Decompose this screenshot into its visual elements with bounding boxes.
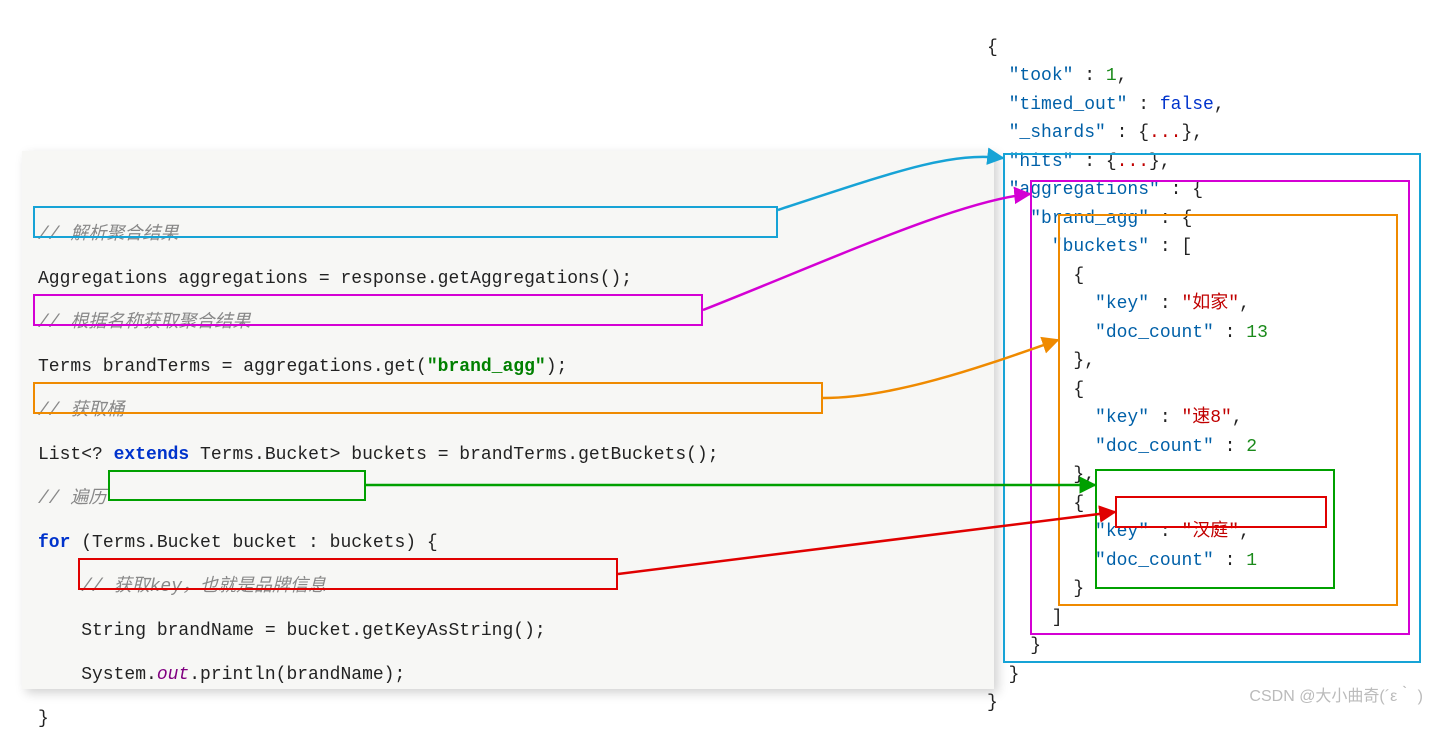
code-for-kw: for [38,533,70,553]
json-b2-doc-k: "doc_count" [1095,437,1214,457]
json-took-val: 1 [1106,66,1117,86]
code-brandname: String brandName = bucket.getKeyAsString… [38,621,546,641]
code-get-brandagg-a: Terms brandTerms = aggregations.get( [38,357,427,377]
json-b3-key-v: "汉庭" [1181,522,1239,542]
json-buckets-key: "buckets" [1052,237,1149,257]
code-brandagg-str: "brand_agg" [427,357,546,377]
json-b2-key-k: "key" [1095,408,1149,428]
json-b3-doc-k: "doc_count" [1095,551,1214,571]
code-get-aggregations: Aggregations aggregations = response.get… [38,269,632,289]
code-for-a: ( [70,533,92,553]
code-sys-a: System. [38,665,157,685]
code-extends-kw: extends [114,445,190,465]
code-get-brandagg-b: ); [546,357,568,377]
code-for-b: Terms.Bucket bucket [92,533,297,553]
java-code-panel: // 解析聚合结果 Aggregations aggregations = re… [22,151,994,689]
code-for-c: : buckets) { [297,533,437,553]
comment-get-buckets: // 获取桶 [38,401,124,421]
json-took-key: "took" [1009,66,1074,86]
code-list-a: List<? [38,445,114,465]
code-out: out [157,665,189,685]
code-sys-b: .println(brandName); [189,665,405,685]
json-b2-key-v: "速8" [1181,408,1231,428]
json-b1-doc-k: "doc_count" [1095,323,1214,343]
json-open: { [987,38,998,58]
json-shards-key: "_shards" [1009,123,1106,143]
watermark: CSDN @大小曲奇(´ε｀ ) [1249,682,1423,706]
json-b1-doc-v: 13 [1246,323,1268,343]
json-b1-key-v: "如家" [1181,294,1239,314]
comment-iterate: // 遍历 [38,489,106,509]
json-hits-key: "hits" [1009,152,1074,172]
json-b2-doc-v: 2 [1246,437,1257,457]
json-agg-key: "aggregations" [1009,180,1160,200]
json-b3-key-k: "key" [1095,522,1149,542]
json-b1-key-k: "key" [1095,294,1149,314]
json-brandagg-key: "brand_agg" [1030,209,1149,229]
json-response-panel: { "took" : 1, "timed_out" : false, "_sha… [987,5,1427,718]
json-timedout-key: "timed_out" [1009,95,1128,115]
code-close-brace: } [38,709,49,729]
json-b3-doc-v: 1 [1246,551,1257,571]
comment-parse-agg: // 解析聚合结果 [38,225,178,245]
json-close: } [987,693,998,713]
comment-get-by-name: // 根据名称获取聚合结果 [38,313,250,333]
comment-get-key: // 获取key，也就是品牌信息 [38,577,326,597]
code-list-b: Terms.Bucket> buckets = brandTerms.getBu… [189,445,718,465]
json-timedout-val: false [1160,95,1214,115]
